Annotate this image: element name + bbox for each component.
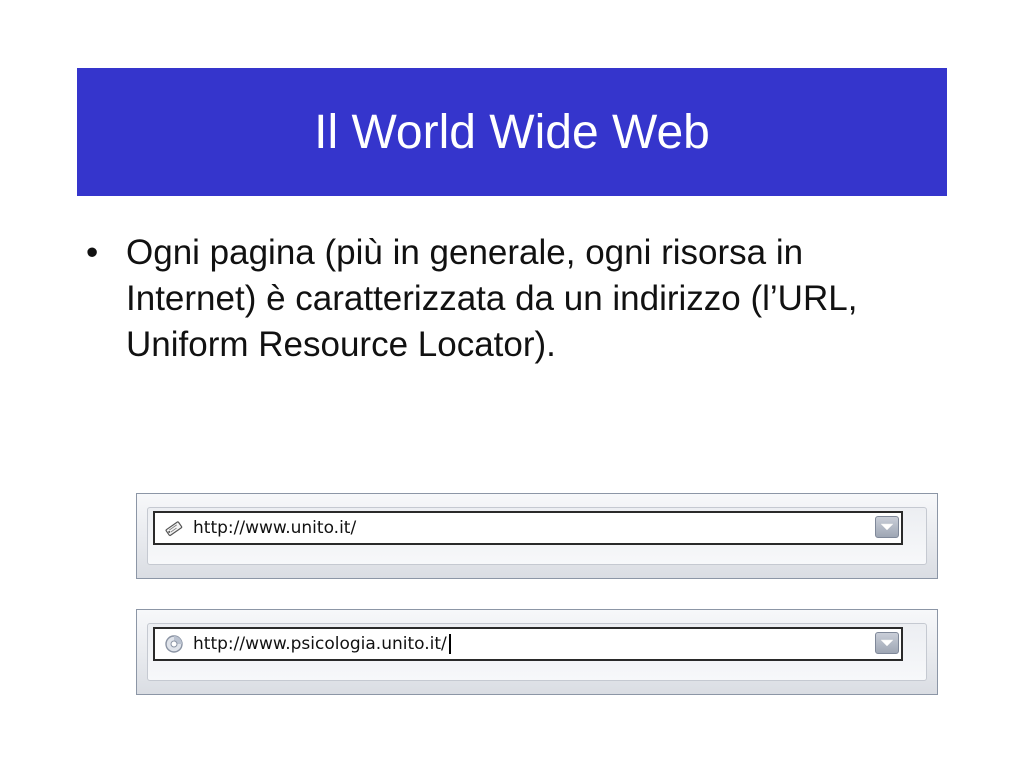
chevron-down-icon [880, 639, 894, 647]
slide-title: Il World Wide Web [314, 105, 710, 159]
page-bookmark-icon [163, 517, 185, 539]
address-dropdown-button[interactable] [875, 632, 899, 654]
chevron-down-icon [880, 523, 894, 531]
bullet-marker: • [86, 233, 99, 272]
browser-address-bar-1: http://www.unito.it/ [136, 493, 938, 579]
address-input[interactable]: http://www.unito.it/ [153, 511, 903, 545]
title-band: Il World Wide Web [77, 68, 947, 196]
address-input[interactable]: http://www.psicologia.unito.it/ [153, 627, 903, 661]
bullet-text: Ogni pagina (più in generale, ogni risor… [126, 233, 858, 364]
address-dropdown-button[interactable] [875, 516, 899, 538]
text-cursor [448, 634, 451, 654]
browser-address-bar-2: http://www.psicologia.unito.it/ [136, 609, 938, 695]
loading-globe-icon [163, 633, 185, 655]
bullet-item: • Ogni pagina (più in generale, ogni ris… [86, 230, 916, 368]
address-url-text: http://www.psicologia.unito.it/ [193, 634, 447, 654]
bullet-list: • Ogni pagina (più in generale, ogni ris… [86, 230, 916, 368]
address-url-text: http://www.unito.it/ [193, 518, 357, 538]
